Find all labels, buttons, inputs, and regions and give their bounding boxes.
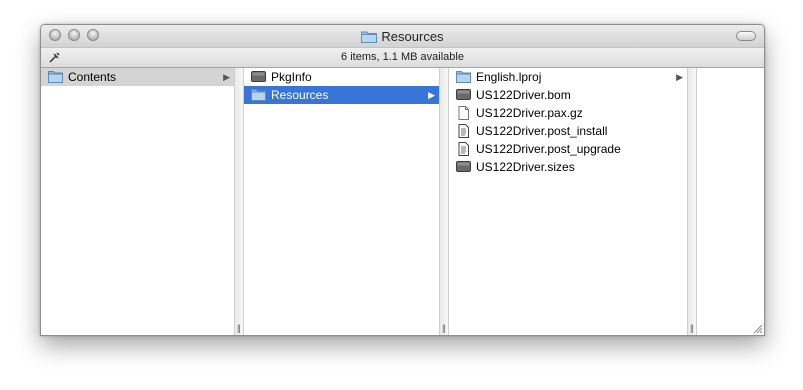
no-write-icon [49, 51, 61, 63]
finder-window: Resources 6 items, 1.1 MB available Cont… [40, 24, 765, 336]
disclosure-arrow-icon: ▶ [676, 72, 683, 82]
column-3-scrollbar[interactable]: || [687, 68, 697, 335]
list-item[interactable]: US122Driver.bom [449, 86, 687, 104]
status-bar: 6 items, 1.1 MB available [41, 48, 764, 68]
document-icon [456, 160, 471, 174]
blank-file-icon [456, 106, 471, 120]
status-text: 6 items, 1.1 MB available [341, 51, 464, 63]
list-item[interactable]: US122Driver.post_install [449, 122, 687, 140]
toolbar-toggle-button[interactable] [736, 31, 756, 41]
list-item-label: Resources [271, 88, 329, 102]
list-item-label: Contents [68, 70, 117, 84]
column-resize-grip[interactable]: || [237, 323, 241, 333]
list-item-label: US122Driver.pax.gz [476, 106, 583, 120]
column-resize-grip[interactable]: || [690, 323, 694, 333]
title-bar[interactable]: Resources [41, 25, 764, 48]
column-1-scrollbar[interactable]: || [234, 68, 244, 335]
script-file-icon [456, 124, 471, 138]
column-3[interactable]: English.lproj ▶ US122Driver.bom US122Driver… [449, 68, 697, 335]
column-2-scrollbar[interactable]: || [439, 68, 449, 335]
list-item[interactable]: Resources ▶ [244, 86, 439, 104]
column-resize-grip[interactable]: || [442, 323, 446, 333]
window-title: Resources [41, 29, 764, 46]
column-browser: Contents ▶ || PkgInfo Resources ▶ || Englis… [41, 68, 764, 335]
list-item-label: US122Driver.sizes [476, 160, 575, 174]
column-2[interactable]: PkgInfo Resources ▶ || [244, 68, 449, 335]
list-item-label: PkgInfo [271, 70, 312, 84]
list-item[interactable]: US122Driver.sizes [449, 158, 687, 176]
list-item[interactable]: Contents ▶ [41, 68, 234, 86]
folder-icon [361, 30, 378, 46]
list-item[interactable]: US122Driver.post_upgrade [449, 140, 687, 158]
document-icon [456, 88, 471, 102]
folder-icon [48, 70, 63, 84]
script-file-icon [456, 142, 471, 156]
list-item-label: US122Driver.post_install [476, 124, 608, 138]
resize-handle-icon[interactable] [752, 323, 763, 334]
folder-icon [251, 88, 266, 102]
column-4[interactable] [697, 68, 764, 335]
list-item-label: US122Driver.post_upgrade [476, 142, 621, 156]
disclosure-arrow-icon: ▶ [223, 72, 230, 82]
window-title-text: Resources [381, 29, 444, 44]
disclosure-arrow-icon: ▶ [428, 90, 435, 100]
list-item[interactable]: US122Driver.pax.gz [449, 104, 687, 122]
folder-icon [456, 70, 471, 84]
list-item[interactable]: PkgInfo [244, 68, 439, 86]
column-1[interactable]: Contents ▶ || [41, 68, 244, 335]
list-item-label: English.lproj [476, 70, 542, 84]
list-item-label: US122Driver.bom [476, 88, 571, 102]
document-icon [251, 70, 266, 84]
list-item[interactable]: English.lproj ▶ [449, 68, 687, 86]
